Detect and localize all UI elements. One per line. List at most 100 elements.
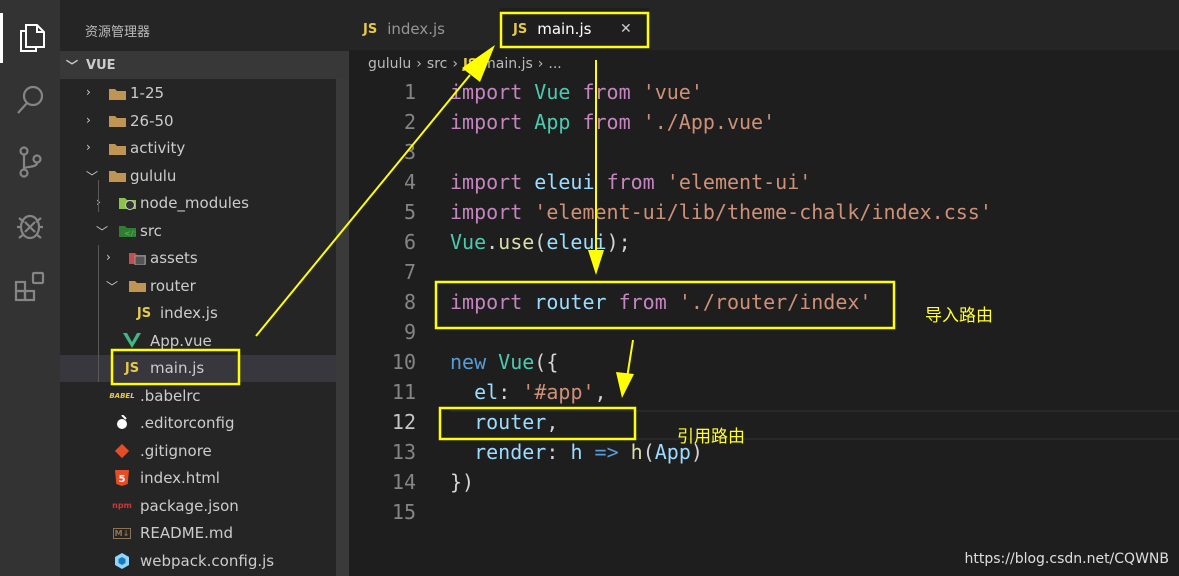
- breadcrumb-item[interactable]: ...: [548, 56, 561, 72]
- tree-item[interactable]: 5 index.html: [60, 465, 336, 492]
- tree-item-label: node_modules: [140, 194, 249, 212]
- close-icon[interactable]: ✕: [620, 21, 632, 37]
- js-file-icon: JS: [462, 56, 478, 72]
- code-token: }): [450, 470, 475, 494]
- tree-item[interactable]: ﹀ router: [60, 273, 336, 300]
- tree-item-label: gululu: [130, 166, 177, 185]
- breadcrumb: gululu › src › JS main.js › ...: [368, 56, 562, 72]
- code-token: (: [642, 440, 655, 464]
- code-line: }): [450, 470, 474, 494]
- code-token: '#app': [522, 380, 595, 404]
- tree-item-label: main.js: [150, 359, 205, 377]
- code-token: from: [582, 80, 631, 104]
- code-token: :: [546, 440, 571, 464]
- explorer-button[interactable]: [0, 13, 60, 63]
- line-number: 11: [391, 380, 416, 404]
- tree-item[interactable]: › activity: [60, 135, 336, 162]
- explorer-scrollbar[interactable]: [336, 79, 349, 576]
- code-line: import eleui from 'element-ui': [450, 170, 811, 194]
- explorer-panel: 资源管理器 ﹀ VUE › 1-25 › 26-50 › activity ﹀ gululu ›…: [60, 0, 349, 576]
- code-token: from: [606, 170, 655, 194]
- code-token: 'element-ui/lib/theme-chalk/index.css': [534, 200, 992, 224]
- line-number: 1: [403, 80, 416, 104]
- indent-guide: [98, 180, 99, 212]
- code-line: new Vue({: [450, 350, 558, 374]
- breadcrumb-item[interactable]: main.js: [482, 56, 533, 72]
- workspace-header[interactable]: ﹀ VUE: [60, 51, 349, 79]
- line-number: 3: [403, 140, 416, 164]
- tree-item-label: .editorconfig: [140, 414, 235, 432]
- use-router-note: 引用路由: [677, 427, 745, 447]
- code-token: use: [498, 230, 535, 254]
- tree-item[interactable]: App.vue: [60, 328, 336, 355]
- breadcrumb-item[interactable]: gululu: [368, 56, 411, 72]
- code-line: import App from './App.vue': [450, 110, 775, 134]
- source-control-button[interactable]: [0, 137, 60, 187]
- editorconfig-icon: [113, 415, 131, 431]
- tree-item[interactable]: JS index.js: [60, 300, 336, 327]
- folder-icon: [108, 113, 126, 129]
- code-token: from: [618, 290, 667, 314]
- tree-item[interactable]: .editorconfig: [60, 410, 336, 437]
- tree-item-label: router: [150, 276, 196, 295]
- code-line: import Vue from 'vue': [450, 80, 703, 104]
- babel-icon: BABEL: [109, 391, 135, 400]
- code-token: );: [606, 230, 631, 254]
- tree-item[interactable]: npm package.json: [60, 493, 336, 520]
- js-file-icon: JS: [136, 305, 152, 321]
- tab-index-js[interactable]: JS index.js: [349, 8, 499, 50]
- search-button[interactable]: [0, 75, 60, 125]
- code-token: './router/index': [678, 290, 872, 314]
- breadcrumb-item[interactable]: src: [427, 56, 447, 72]
- tree-item-label: 26-50: [130, 111, 174, 130]
- extensions-button[interactable]: [0, 262, 60, 312]
- code-line: import 'element-ui/lib/theme-chalk/index…: [450, 200, 992, 224]
- code-token: Vue: [498, 350, 535, 374]
- line-number: 12: [391, 410, 416, 434]
- tree-item[interactable]: .gitignore: [60, 438, 336, 465]
- webpack-icon: [113, 552, 131, 569]
- tree-item-label: package.json: [140, 496, 239, 515]
- line-number: 4: [403, 170, 416, 194]
- vue-file-icon: [123, 333, 141, 349]
- code-token: h: [570, 440, 583, 464]
- code-token: Vue: [534, 80, 571, 104]
- tree-item[interactable]: ﹀ gululu: [60, 163, 336, 190]
- tree-item-label: index.html: [140, 469, 220, 487]
- tree-item-label: webpack.config.js: [140, 551, 275, 570]
- tree-item[interactable]: ﹀ </> src: [60, 218, 336, 245]
- code-token: .: [486, 230, 499, 254]
- tree-item[interactable]: ›node_modules: [60, 190, 336, 217]
- code-token: (: [534, 230, 547, 254]
- tree-item-label: App.vue: [150, 331, 212, 350]
- tree-item[interactable]: › assets: [60, 245, 336, 272]
- chevron-right-icon: ›: [86, 85, 91, 99]
- code-token: eleui: [546, 230, 607, 254]
- tree-item[interactable]: › 1-25: [60, 80, 336, 107]
- tree-item[interactable]: BABEL .babelrc: [60, 383, 336, 410]
- tab-main-js[interactable]: JS main.js ✕: [499, 8, 649, 50]
- code-token: import: [450, 170, 523, 194]
- debug-button[interactable]: [0, 200, 60, 250]
- tree-item-label: 1-25: [130, 84, 165, 102]
- code-line: render: h => h(App): [450, 440, 703, 464]
- tree-item[interactable]: M↓ README.md: [60, 520, 336, 547]
- git-icon: [113, 443, 131, 459]
- tree-item[interactable]: JS main.js: [60, 355, 336, 382]
- code-token: eleui: [534, 170, 595, 194]
- tab-label: index.js: [387, 20, 445, 38]
- tree-item[interactable]: › 26-50: [60, 108, 336, 135]
- src-folder-icon: </>: [118, 223, 136, 239]
- chevron-right-icon: ›: [452, 56, 458, 72]
- line-number: 14: [391, 470, 416, 494]
- folder-icon: [128, 278, 146, 294]
- npm-icon: npm: [112, 501, 132, 510]
- tree-item[interactable]: webpack.config.js: [60, 548, 336, 575]
